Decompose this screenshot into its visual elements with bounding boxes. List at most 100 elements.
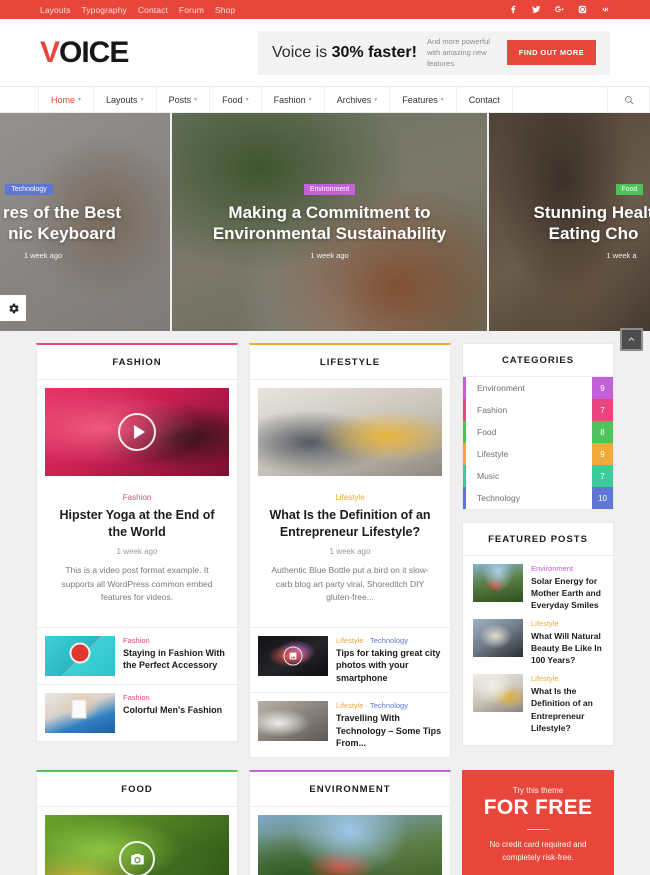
- slide-food[interactable]: Food Stunning Healt Eating Cho 1 week a: [489, 113, 650, 331]
- category-row-food[interactable]: Food 8: [463, 421, 613, 443]
- featured-post-category[interactable]: Lifestyle: [531, 674, 603, 683]
- column-lifestyle: LIFESTYLE Lifestyle What Is the Definiti…: [249, 343, 451, 770]
- feature-post-fashion[interactable]: Fashion Hipster Yoga at the End of the W…: [37, 380, 237, 627]
- feature-image[interactable]: [258, 815, 442, 875]
- post-thumbnail[interactable]: [258, 636, 328, 677]
- slide-title[interactable]: res of the Best nic Keyboard: [3, 203, 121, 244]
- featured-post-category[interactable]: Environment: [531, 564, 603, 573]
- post-thumbnail[interactable]: [258, 701, 328, 742]
- block-food: FOOD Food Why We Love Broccoli (And: [36, 770, 238, 875]
- list-item[interactable]: Lifestyle · Technology Travelling With Tec…: [250, 692, 450, 757]
- post-category-link[interactable]: Lifestyle: [336, 636, 364, 645]
- featured-post-item[interactable]: Lifestyle What Is the Definition of an E…: [463, 666, 613, 744]
- category-row-music[interactable]: Music 7: [463, 465, 613, 487]
- post-category-link-2[interactable]: Technology: [370, 701, 408, 710]
- feature-category-link[interactable]: Fashion: [123, 493, 151, 502]
- post-thumbnail[interactable]: [45, 636, 115, 677]
- post-title[interactable]: Colorful Men's Fashion: [123, 704, 229, 716]
- content-area-lower: FOOD Food Why We Love Broccoli (And ENVI…: [0, 770, 650, 875]
- list-item[interactable]: Fashion Staying in Fashion With the Perf…: [37, 627, 237, 684]
- gear-icon[interactable]: [0, 295, 26, 321]
- post-category-link[interactable]: Fashion: [123, 693, 150, 702]
- featured-post-item[interactable]: Lifestyle What Will Natural Beauty Be Li…: [463, 611, 613, 666]
- featured-post-thumbnail[interactable]: [473, 674, 523, 713]
- slide-title-line2: Eating Cho: [548, 223, 639, 243]
- category-row-technology[interactable]: Technology 10: [463, 487, 613, 509]
- google-plus-icon[interactable]: [555, 5, 564, 14]
- block-heading-lifestyle: LIFESTYLE: [250, 345, 450, 380]
- slide-title[interactable]: Stunning Healt Eating Cho: [534, 203, 650, 244]
- topbar-link-layouts[interactable]: Layouts: [40, 5, 70, 15]
- feature-title[interactable]: Hipster Yoga at the End of the World: [55, 507, 219, 541]
- topbar-link-contact[interactable]: Contact: [138, 5, 168, 15]
- nav-item-contact[interactable]: Contact: [457, 87, 513, 112]
- topbar-link-shop[interactable]: Shop: [215, 5, 235, 15]
- camera-icon[interactable]: [119, 841, 155, 875]
- feature-post-environment[interactable]: Environment Solar Energy for Mother Eart…: [250, 807, 450, 875]
- scroll-to-top-button[interactable]: [620, 328, 643, 351]
- post-title[interactable]: Travelling With Technology – Some Tips F…: [336, 712, 442, 749]
- instagram-icon[interactable]: [578, 5, 587, 14]
- post-title[interactable]: Tips for taking great city photos with y…: [336, 647, 442, 684]
- nav-item-home[interactable]: Home ▾: [38, 87, 95, 112]
- nav-item-archives[interactable]: Archives ▾: [325, 87, 391, 112]
- vk-icon[interactable]: [601, 5, 610, 14]
- feature-image[interactable]: [45, 388, 229, 476]
- chevron-down-icon: ▾: [374, 97, 378, 103]
- category-row-lifestyle[interactable]: Lifestyle 9: [463, 443, 613, 465]
- block-heading-environment: ENVIRONMENT: [250, 772, 450, 808]
- site-logo[interactable]: VOICE: [40, 35, 129, 70]
- feature-image[interactable]: [258, 388, 442, 476]
- post-category-link[interactable]: Fashion: [123, 636, 150, 645]
- feature-category-link[interactable]: Lifestyle: [335, 493, 364, 502]
- top-bar-links: Layouts Typography Contact Forum Shop: [40, 5, 235, 15]
- promo-subtext: No credit card required and completely r…: [489, 840, 587, 863]
- featured-post-title[interactable]: Solar Energy for Mother Earth and Everyd…: [531, 575, 603, 611]
- logo-initial: V: [40, 35, 60, 69]
- search-icon[interactable]: [608, 87, 650, 112]
- twitter-icon[interactable]: [532, 5, 541, 14]
- main-columns: FASHION Fashion Hipster Yoga at the End …: [36, 343, 451, 770]
- column-food: FOOD Food Why We Love Broccoli (And: [36, 770, 238, 875]
- slide-category-badge[interactable]: Environment: [303, 183, 356, 195]
- nav-item-layouts[interactable]: Layouts ▾: [94, 87, 157, 112]
- find-out-more-button[interactable]: FIND OUT MORE: [506, 40, 596, 65]
- topbar-link-typography[interactable]: Typography: [81, 5, 126, 15]
- hero-slider[interactable]: Technology res of the Best nic Keyboard …: [0, 113, 650, 331]
- block-lifestyle: LIFESTYLE Lifestyle What Is the Definiti…: [249, 343, 451, 759]
- topbar-link-forum[interactable]: Forum: [179, 5, 204, 15]
- post-thumbnail[interactable]: [45, 693, 115, 734]
- nav-item-posts[interactable]: Posts ▾: [157, 87, 211, 112]
- slide-category-badge[interactable]: Food: [615, 183, 644, 195]
- post-title[interactable]: Staying in Fashion With the Perfect Acce…: [123, 647, 229, 672]
- nav-item-features[interactable]: Features ▾: [390, 87, 457, 112]
- nav-label-archives: Archives: [336, 94, 372, 105]
- banner-headline: Voice is 30% faster!: [272, 44, 417, 62]
- featured-post-category[interactable]: Lifestyle: [531, 619, 603, 628]
- featured-post-item[interactable]: Environment Solar Energy for Mother Eart…: [463, 556, 613, 611]
- play-icon[interactable]: [118, 413, 156, 451]
- category-row-environment[interactable]: Environment 9: [463, 377, 613, 399]
- slide-category-badge[interactable]: Technology: [5, 183, 53, 195]
- list-item[interactable]: Lifestyle · Technology Tips for taking gre…: [250, 627, 450, 692]
- feature-title[interactable]: What Is the Definition of an Entrepreneu…: [268, 507, 432, 541]
- top-bar: Layouts Typography Contact Forum Shop: [0, 0, 650, 19]
- slide-title[interactable]: Making a Commitment to Environmental Sus…: [213, 203, 446, 244]
- post-category-link[interactable]: Lifestyle: [336, 701, 364, 710]
- widget-heading-featured: FEATURED POSTS: [463, 523, 613, 556]
- feature-post-food[interactable]: Food Why We Love Broccoli (And: [37, 807, 237, 875]
- feature-post-lifestyle[interactable]: Lifestyle What Is the Definition of an E…: [250, 380, 450, 627]
- slide-environment[interactable]: Environment Making a Commitment to Envir…: [172, 113, 487, 331]
- feature-image[interactable]: [45, 815, 229, 875]
- featured-post-thumbnail[interactable]: [473, 619, 523, 658]
- nav-item-food[interactable]: Food ▾: [210, 87, 262, 112]
- featured-post-title[interactable]: What Is the Definition of an Entrepreneu…: [531, 685, 603, 733]
- nav-item-fashion[interactable]: Fashion ▾: [262, 87, 325, 112]
- list-item[interactable]: Fashion Colorful Men's Fashion: [37, 684, 237, 741]
- facebook-icon[interactable]: [509, 5, 518, 14]
- post-category-link-2[interactable]: Technology: [370, 636, 408, 645]
- featured-post-title[interactable]: What Will Natural Beauty Be Like In 100 …: [531, 630, 603, 666]
- category-row-fashion[interactable]: Fashion 7: [463, 399, 613, 421]
- logo-rest: OICE: [59, 35, 129, 69]
- featured-post-thumbnail[interactable]: [473, 564, 523, 602]
